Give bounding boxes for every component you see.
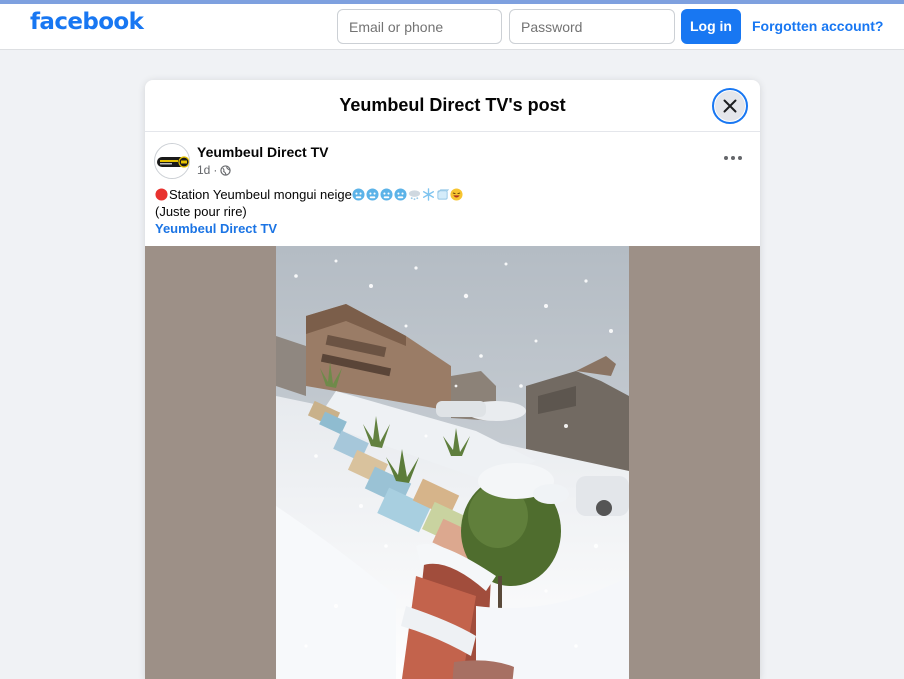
ice-cube-icon xyxy=(437,189,449,200)
more-options-button[interactable] xyxy=(719,150,747,166)
post-text: Station Yeumbeul mongui neige (Juste pou… xyxy=(155,186,745,237)
login-button[interactable]: Log in xyxy=(681,9,741,44)
post-modal: Yeumbeul Direct TV's post Yeumbeul Direc… xyxy=(145,80,760,679)
post-text-line-3: Yeumbeul Direct TV xyxy=(155,220,745,237)
meta-separator: · xyxy=(213,163,218,177)
globe-icon xyxy=(220,164,232,176)
facebook-logo[interactable]: facebook xyxy=(30,9,144,35)
laughing-face-icon xyxy=(450,188,463,201)
dot-icon xyxy=(738,156,742,160)
post-timestamp[interactable]: 1d xyxy=(197,163,210,177)
post-text-line-1: Station Yeumbeul mongui neige xyxy=(155,186,745,203)
cold-face-icon xyxy=(352,188,365,201)
snowy-street-photo[interactable] xyxy=(276,246,629,679)
post-media[interactable] xyxy=(145,246,760,679)
forgotten-account-link[interactable]: Forgotten account? xyxy=(752,18,883,34)
red-circle-icon xyxy=(155,188,168,201)
post-line-1-text: Station Yeumbeul mongui neige xyxy=(169,187,352,202)
cold-face-icon xyxy=(380,188,393,201)
top-navigation-bar: facebook Log in Forgotten account? xyxy=(0,4,904,50)
snow-cloud-icon xyxy=(408,190,420,201)
hashtag-link[interactable]: Yeumbeul Direct TV xyxy=(155,220,277,237)
dot-icon xyxy=(731,156,735,160)
close-button[interactable] xyxy=(712,88,748,124)
email-field[interactable] xyxy=(337,9,502,44)
dot-icon xyxy=(724,156,728,160)
modal-title: Yeumbeul Direct TV's post xyxy=(339,95,566,115)
channel-logo-icon xyxy=(155,144,189,178)
post-text-line-2: (Juste pour rire) xyxy=(155,204,247,219)
cold-face-icon xyxy=(366,188,379,201)
modal-header: Yeumbeul Direct TV's post xyxy=(145,80,760,132)
password-field[interactable] xyxy=(509,9,675,44)
snowflake-icon xyxy=(422,188,434,201)
close-icon xyxy=(723,99,737,113)
page-avatar[interactable] xyxy=(154,143,190,179)
post-author-name[interactable]: Yeumbeul Direct TV xyxy=(197,144,328,160)
cold-face-icon xyxy=(394,188,407,201)
post-meta: 1d · xyxy=(197,163,232,177)
